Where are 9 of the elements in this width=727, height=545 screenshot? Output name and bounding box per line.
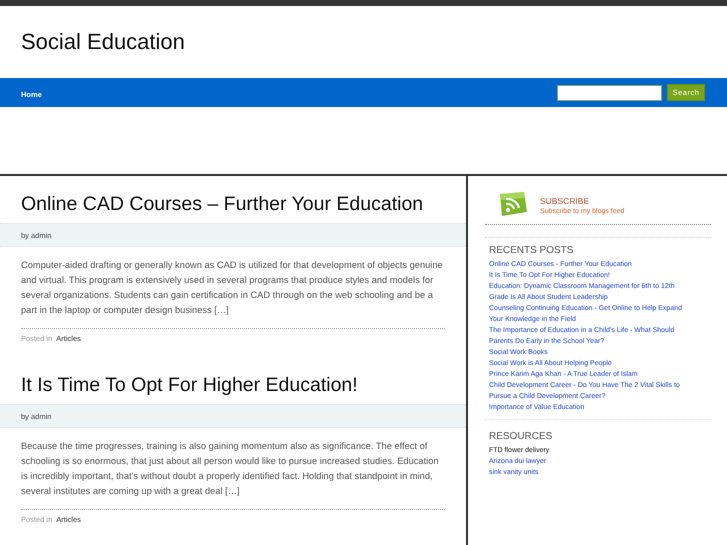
search-field[interactable] [557,84,662,100]
widget-heading: RESOURCES [489,431,554,442]
widget-heading: RECENTS POSTS [489,245,574,256]
subscribe-heading[interactable]: SUBSCRIBE [540,196,624,206]
post-title[interactable]: It Is Time To Opt For Higher Education! [21,373,466,397]
site-title[interactable]: Social Education [21,29,185,55]
post-excerpt: Because the time progresses, training is also gaining momentum also as significance. The effect of schooling is so enormous, that just about all person would like to pursue increased studies. Education is incredibly important, that's without doubt a properly identified fact. Holding that standpoint in mind, several institutes are coming up with a great deal […] [21,440,440,498]
post-title[interactable]: Online CAD Courses – Further Your Education [21,192,466,216]
post-excerpt: Computer-aided drafting or generally known as CAD is utilized for that development of objects genuine and virtual. This program is extensively used in several programs that produce styles and models for several organizations. Students can gain certification in CAD through on the web schooling and be a part in the laptop or computer design business […] [21,259,444,317]
